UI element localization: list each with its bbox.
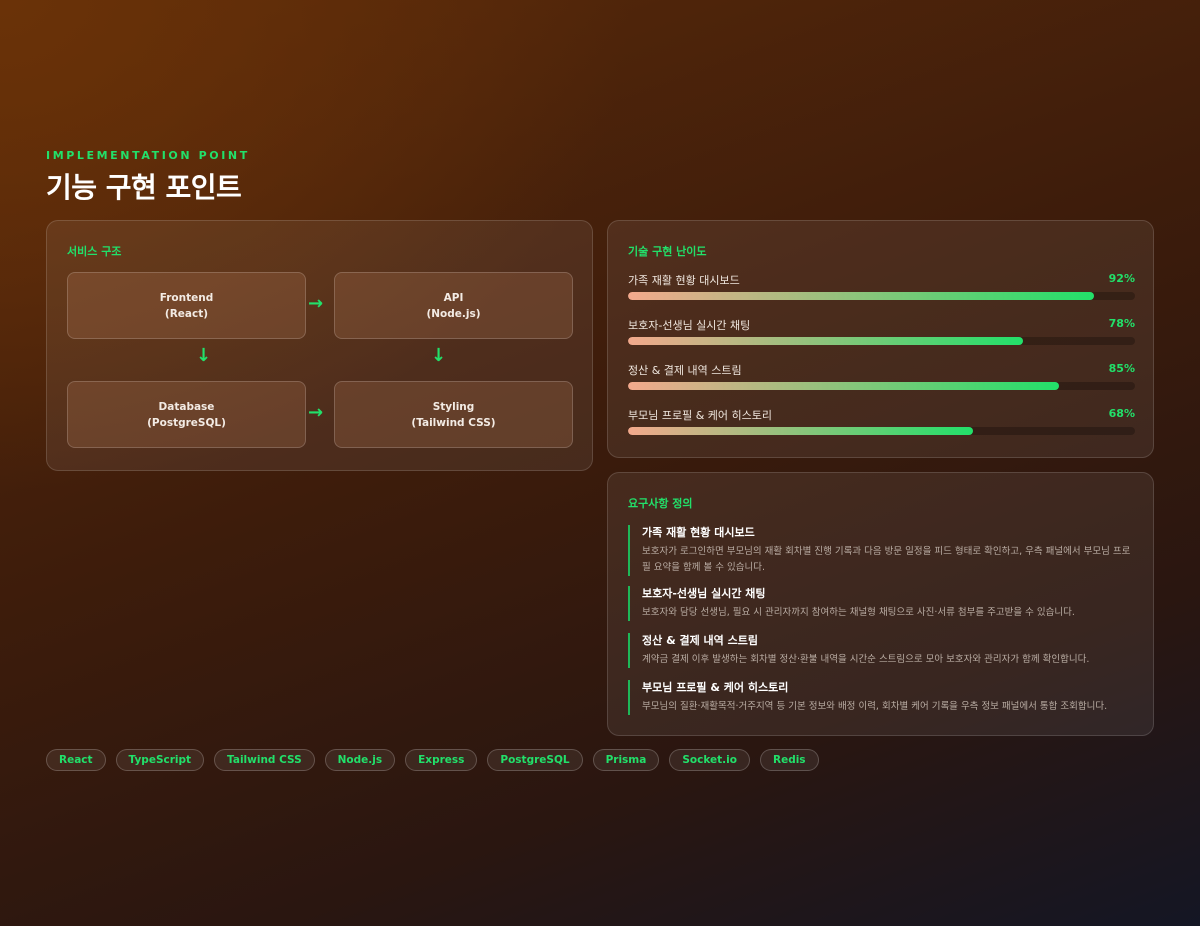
node-name: API	[443, 291, 464, 304]
skill-label: 정산 & 결제 내역 스트림	[628, 364, 742, 377]
tag-socketio: Socket.io	[669, 749, 750, 771]
node-tech: (Tailwind CSS)	[411, 416, 496, 429]
arrow-right-icon: →	[308, 402, 324, 423]
service-architecture-card: 서비스 구조 Frontend (React) API (Node.js) Da…	[46, 220, 593, 471]
requirement-item: 가족 재활 현황 대시보드 보호자가 로그인하면 부모님의 재활 회차별 진행 …	[628, 525, 1135, 576]
progress-fill	[628, 382, 1059, 390]
node-styling: Styling (Tailwind CSS)	[334, 381, 573, 448]
progress-fill	[628, 337, 1024, 345]
tag-redis: Redis	[759, 749, 819, 771]
requirement-description: 보호자와 담당 선생님, 필요 시 관리자까지 참여하는 채널형 채팅으로 사진…	[642, 607, 1075, 618]
arrow-down-icon: ↓	[431, 345, 447, 366]
requirements-card: 요구사항 정의 가족 재활 현황 대시보드 보호자가 로그인하면 부모님의 재활…	[607, 472, 1154, 736]
skill-label: 가족 재활 현황 대시보드	[628, 274, 740, 287]
skill-percent: 85%	[1108, 362, 1135, 375]
tag-tailwind-css: Tailwind CSS	[214, 749, 315, 771]
progress-fill	[628, 427, 973, 435]
skill-percent: 68%	[1108, 407, 1135, 420]
tag-postgresql: PostgreSQL	[487, 749, 583, 771]
node-tech: (PostgreSQL)	[147, 416, 226, 429]
node-tech: (React)	[164, 307, 209, 320]
tag-nodejs: Node.js	[324, 749, 396, 771]
requirement-item: 부모님 프로필 & 케어 히스토리 부모님의 질환·재활목적·거주지역 등 기본…	[628, 680, 1135, 715]
skill-percent: 92%	[1108, 272, 1135, 285]
node-name: Database	[158, 400, 215, 413]
skill-percent: 78%	[1108, 317, 1135, 330]
requirement-title: 보호자-선생님 실시간 채팅	[642, 587, 766, 600]
node-database: Database (PostgreSQL)	[67, 381, 306, 448]
node-api: API (Node.js)	[334, 272, 573, 339]
requirement-title: 가족 재활 현황 대시보드	[642, 526, 755, 539]
node-tech: (Node.js)	[426, 307, 481, 320]
card-title: 기술 구현 난이도	[628, 245, 707, 258]
progress-track	[628, 292, 1135, 300]
requirement-title: 부모님 프로필 & 케어 히스토리	[642, 681, 789, 694]
progress-track	[628, 382, 1135, 390]
tag-prisma: Prisma	[592, 749, 660, 771]
progress-track	[628, 337, 1135, 345]
tech-difficulty-card: 기술 구현 난이도 가족 재활 현황 대시보드 92% 보호자-선생님 실시간 …	[607, 220, 1154, 458]
card-title: 요구사항 정의	[628, 497, 693, 510]
node-frontend: Frontend (React)	[67, 272, 306, 339]
skill-item: 부모님 프로필 & 케어 히스토리 68%	[628, 407, 1135, 437]
node-name: Styling	[432, 400, 475, 413]
tag-react: React	[46, 749, 106, 771]
requirement-description: 계약금 결제 이후 발생하는 회차별 정산·환불 내역을 시간순 스트림으로 모…	[642, 654, 1090, 665]
page-title: 기능 구현 포인트	[46, 171, 242, 204]
node-name: Frontend	[159, 291, 214, 304]
section-eyebrow: IMPLEMENTATION POINT	[46, 149, 250, 162]
skill-item: 보호자-선생님 실시간 채팅 78%	[628, 317, 1135, 347]
skill-item: 가족 재활 현황 대시보드 92%	[628, 272, 1135, 302]
tech-stack-tags: React TypeScript Tailwind CSS Node.js Ex…	[46, 749, 819, 771]
requirement-description: 부모님의 질환·재활목적·거주지역 등 기본 정보와 배정 이력, 회차별 케어…	[642, 701, 1108, 712]
requirement-item: 정산 & 결제 내역 스트림 계약금 결제 이후 발생하는 회차별 정산·환불 …	[628, 633, 1135, 668]
progress-track	[628, 427, 1135, 435]
requirement-title: 정산 & 결제 내역 스트림	[642, 634, 758, 647]
skill-item: 정산 & 결제 내역 스트림 85%	[628, 362, 1135, 392]
tag-express: Express	[405, 749, 478, 771]
arrow-right-icon: →	[308, 293, 324, 314]
requirement-item: 보호자-선생님 실시간 채팅 보호자와 담당 선생님, 필요 시 관리자까지 참…	[628, 586, 1135, 621]
requirement-description: 보호자가 로그인하면 부모님의 재활 회차별 진행 기록과 다음 방문 일정을 …	[642, 546, 1131, 573]
skill-label: 부모님 프로필 & 케어 히스토리	[628, 409, 773, 422]
arrow-down-icon: ↓	[196, 345, 212, 366]
card-title: 서비스 구조	[67, 245, 122, 258]
tag-typescript: TypeScript	[115, 749, 205, 771]
skill-label: 보호자-선생님 실시간 채팅	[628, 319, 751, 332]
progress-fill	[628, 292, 1095, 300]
